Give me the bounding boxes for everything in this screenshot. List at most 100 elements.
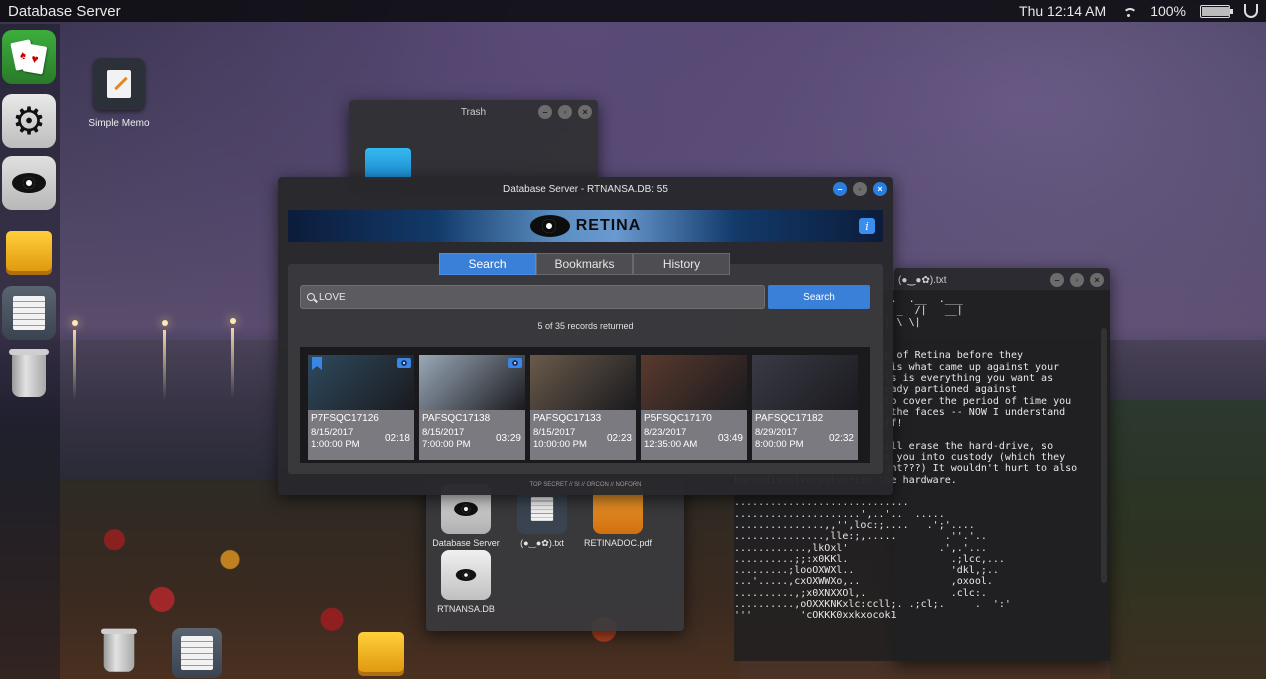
background-lamp (230, 318, 236, 324)
result-card[interactable]: P5FSQC17170 8/23/2017 12:35:00 AM 03:49 (641, 355, 747, 460)
database-icon (441, 550, 491, 600)
record-datetime: 8/29/2017 8:00:00 PM (755, 427, 804, 451)
result-card[interactable]: PAFSQC17133 8/15/2017 10:00:00 PM 02:23 (530, 355, 636, 460)
maximize-button[interactable]: ◦ (853, 182, 867, 196)
memo-icon (93, 58, 145, 110)
search-input[interactable]: LOVE (300, 285, 765, 309)
video-thumbnail[interactable] (530, 355, 636, 410)
tab-search[interactable]: Search (439, 253, 536, 275)
record-id: PAFSQC17133 (533, 413, 602, 424)
drive-launcher[interactable] (2, 224, 56, 278)
record-datetime: 8/15/2017 10:00:00 PM (533, 427, 587, 451)
maximize-button[interactable]: ◦ (1070, 273, 1084, 287)
record-duration: 03:49 (717, 433, 743, 444)
results-count: 5 of 35 records returned (537, 321, 634, 331)
minimize-button[interactable]: – (833, 182, 847, 196)
tab-history[interactable]: History (633, 253, 730, 275)
record-date: 8/29/2017 (755, 427, 798, 438)
result-card[interactable]: PAFSQC17182 8/29/2017 8:00:00 PM 02:32 (752, 355, 858, 460)
close-button[interactable]: × (1090, 273, 1104, 287)
record-date: 8/15/2017 (311, 427, 354, 438)
file-label: RTNANSA.DB (437, 604, 495, 614)
shelf-notes[interactable] (172, 628, 222, 678)
shelf-trash[interactable] (100, 628, 138, 674)
background-lamp (162, 320, 168, 326)
tab-bookmarks[interactable]: Bookmarks (536, 253, 633, 275)
active-app-title: Database Server (8, 2, 121, 20)
minimize-button[interactable]: – (1050, 273, 1064, 287)
window-title: Database Server - RTNANSA.DB: 55 (503, 183, 668, 195)
video-thumbnail[interactable] (641, 355, 747, 410)
trash-icon (9, 349, 49, 397)
video-thumbnail[interactable] (419, 355, 525, 410)
record-id: PAFSQC17138 (422, 413, 491, 424)
search-icon (307, 293, 315, 301)
notes-icon (13, 296, 45, 330)
cards-icon: ♠ ♥ (9, 37, 49, 77)
record-id: PAFSQC17182 (755, 413, 824, 424)
record-time: 7:00:00 PM (422, 439, 471, 450)
viewed-eye-icon (397, 358, 411, 368)
settings-launcher[interactable]: ⚙ (2, 94, 56, 148)
drive-icon (6, 231, 52, 271)
record-time: 8:00:00 PM (755, 439, 804, 450)
retina-window-titlebar[interactable]: Database Server - RTNANSA.DB: 55 – ◦ × (278, 177, 893, 201)
bookmark-icon[interactable] (312, 357, 322, 370)
video-thumbnail[interactable] (752, 355, 858, 410)
wifi-icon[interactable] (1120, 5, 1138, 17)
battery-icon[interactable] (1200, 4, 1233, 18)
clock[interactable]: Thu 12:14 AM (1019, 3, 1106, 19)
record-time: 10:00:00 PM (533, 439, 587, 450)
trash-icon (100, 628, 138, 672)
files-window: Database Server (●‿●✿).txt RETINADOC.pdf… (426, 478, 684, 631)
gear-icon: ⚙ (11, 100, 47, 143)
solitaire-launcher[interactable]: ♠ ♥ (2, 30, 56, 84)
classification-banner: TOP SECRET // SI // ORCON // NOFORN (529, 482, 642, 488)
desktop-icon-label: Simple Memo (88, 118, 150, 129)
retina-window: Database Server - RTNANSA.DB: 55 – ◦ × R… (278, 177, 893, 495)
close-button[interactable]: × (873, 182, 887, 196)
eye-icon (12, 173, 46, 193)
record-duration: 02:32 (828, 433, 854, 444)
shelf-drive[interactable] (358, 632, 404, 672)
maximize-button[interactable]: ◦ (558, 105, 572, 119)
record-duration: 03:29 (495, 433, 521, 444)
record-id: P5FSQC17170 (644, 413, 712, 424)
desktop-icon-simple-memo[interactable]: Simple Memo (84, 58, 154, 129)
file-label: Database Server (432, 538, 500, 548)
record-date: 8/23/2017 (644, 427, 687, 438)
file-label: (●‿●✿).txt (520, 538, 564, 548)
security-shield-icon[interactable] (1244, 4, 1258, 18)
background-lamp (72, 320, 78, 326)
minimize-button[interactable]: – (538, 105, 552, 119)
info-button[interactable]: i (859, 218, 875, 234)
record-datetime: 8/15/2017 1:00:00 PM (311, 427, 360, 451)
record-id: P7FSQC17126 (311, 413, 379, 424)
dock: ♠ ♥ ⚙ (0, 24, 60, 679)
folder-icon[interactable] (365, 148, 411, 180)
battery-level (1202, 6, 1230, 16)
background-light-reflection (163, 330, 166, 400)
trash-launcher[interactable] (2, 348, 56, 402)
background-foliage (1110, 400, 1266, 679)
window-title: (●‿●✿).txt (898, 274, 947, 286)
file-database[interactable]: RTNANSA.DB (426, 550, 506, 614)
background-light-reflection (73, 330, 76, 400)
search-query: LOVE (319, 291, 346, 303)
top-panel: Database Server Thu 12:14 AM 100% (0, 0, 1266, 22)
close-button[interactable]: × (578, 105, 592, 119)
video-thumbnail[interactable] (308, 355, 414, 410)
tab-bar: Search Bookmarks History (439, 253, 730, 275)
record-datetime: 8/15/2017 7:00:00 PM (422, 427, 471, 451)
record-time: 1:00:00 PM (311, 439, 360, 450)
background-light-reflection (231, 328, 234, 398)
battery-percent: 100% (1150, 3, 1186, 19)
result-card[interactable]: P7FSQC17126 8/15/2017 1:00:00 PM 02:18 (308, 355, 414, 460)
retina-launcher[interactable] (2, 156, 56, 210)
text-window-titlebar[interactable]: (●‿●✿).txt – ◦ × (894, 268, 1110, 292)
trash-window-titlebar[interactable]: Trash – ◦ × (349, 100, 598, 124)
notes-launcher[interactable] (2, 286, 56, 340)
search-button[interactable]: Search (768, 285, 870, 309)
result-card[interactable]: PAFSQC17138 8/15/2017 7:00:00 PM 03:29 (419, 355, 525, 460)
file-label: RETINADOC.pdf (583, 538, 652, 548)
